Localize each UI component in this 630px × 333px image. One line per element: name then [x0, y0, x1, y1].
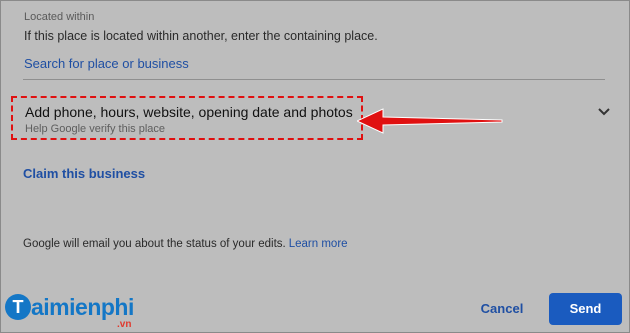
email-notice-text: Google will email you about the status o…: [23, 238, 286, 250]
add-details-section[interactable]: Add phone, hours, website, opening date …: [11, 96, 363, 140]
watermark-tld: .vn: [117, 319, 132, 330]
cancel-button[interactable]: Cancel: [469, 298, 535, 320]
located-within-help: If this place is located within another,…: [24, 29, 378, 43]
located-within-label: Located within: [24, 11, 95, 23]
search-input-underline: [23, 79, 605, 80]
add-details-title: Add phone, hours, website, opening date …: [25, 104, 353, 120]
taimienphi-watermark: T aimienphi .vn: [5, 292, 155, 332]
annotation-arrow-icon: [357, 108, 503, 134]
add-details-subtitle: Help Google verify this place: [25, 123, 166, 135]
watermark-logo-icon: T: [5, 294, 31, 320]
chevron-down-icon[interactable]: [595, 105, 613, 119]
claim-business-link[interactable]: Claim this business: [23, 166, 145, 181]
search-place-input[interactable]: Search for place or business: [24, 56, 189, 71]
email-notice: Google will email you about the status o…: [23, 238, 348, 250]
send-button[interactable]: Send: [549, 293, 622, 325]
edit-place-dialog: Located within If this place is located …: [0, 0, 630, 333]
watermark-name: aimienphi: [31, 294, 134, 320]
learn-more-link[interactable]: Learn more: [289, 238, 348, 250]
